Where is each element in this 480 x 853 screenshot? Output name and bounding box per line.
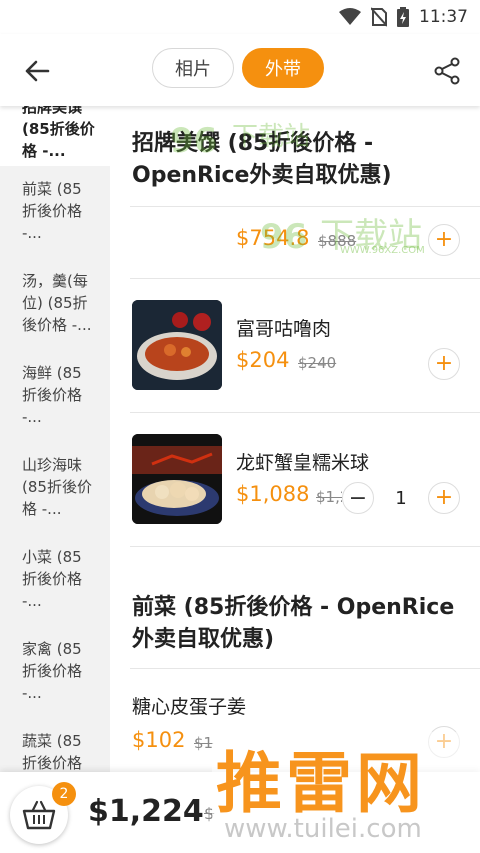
view-toggle: 相片 外带 — [152, 48, 324, 88]
sidebar-item-poultry[interactable]: 家禽 (85折後价格 -... — [0, 626, 110, 718]
sidebar-item-label: 山珍海味 (85折後价格 -... — [22, 456, 92, 518]
no-sim-icon — [371, 7, 387, 27]
quantity-stepper: − 1 + — [342, 482, 460, 514]
status-time: 11:37 — [419, 7, 468, 27]
dish-photo — [132, 300, 222, 390]
dish-name: 糖心皮蛋子姜 — [132, 696, 247, 718]
dish-item[interactable]: $754.8 $888 + — [110, 206, 480, 281]
add-button[interactable]: + — [428, 224, 460, 256]
sidebar-item-label: 小菜 (85折後价格 -... — [22, 548, 83, 610]
sidebar-item-signature[interactable]: 招牌美馔 (85折後价格 -... — [0, 106, 110, 166]
share-icon — [434, 57, 460, 85]
sidebar-item-label: 家禽 (85折後价格 -... — [22, 640, 83, 702]
wifi-icon — [339, 8, 361, 25]
menu-list: 招牌美馔 (85折後价格 - OpenRice外卖自取优惠) $754.8 $8… — [110, 106, 480, 772]
dish-item[interactable]: 糖心皮蛋子姜 $102 $1 + — [110, 668, 480, 772]
sidebar-item-seafood[interactable]: 海鲜 (85折後价格 -... — [0, 350, 110, 442]
divider — [130, 546, 480, 547]
back-button[interactable] — [20, 54, 54, 88]
basket-icon — [22, 800, 56, 830]
sidebar-item-starters[interactable]: 前菜 (85折後价格 -... — [0, 166, 110, 258]
sidebar-item-soup[interactable]: 汤，羹(每位) (85折後价格 -... — [0, 258, 110, 350]
sidebar-item-delicacies[interactable]: 山珍海味 (85折後价格 -... — [0, 442, 110, 534]
section-title: 前菜 (85折後价格 - OpenRice外卖自取优惠) — [132, 595, 455, 652]
sidebar-item-label: 汤，羹(每位) (85折後价格 -... — [22, 272, 92, 334]
back-arrow-icon — [25, 60, 50, 82]
decrement-button[interactable]: − — [342, 482, 374, 514]
dish-original-price: $888 — [318, 232, 357, 250]
section-title: 招牌美馔 (85折後价格 - OpenRice外卖自取优惠) — [132, 131, 392, 188]
dish-original-price: $1 — [194, 734, 214, 752]
quantity-value: 1 — [395, 487, 407, 509]
status-bar: 11:37 — [0, 0, 480, 34]
sidebar-item-label: 海鲜 (85折後价格 -... — [22, 364, 83, 426]
dish-price: $754.8 — [236, 226, 310, 250]
cart-original-total: $ — [204, 804, 215, 823]
dish-item[interactable]: 富哥咕噜肉 $204 $240 + — [110, 278, 480, 412]
category-sidebar: 招牌美馔 (85折後价格 -... 前菜 (85折後价格 -... 汤，羹(每位… — [0, 106, 110, 772]
sidebar-item-vegetables[interactable]: 蔬菜 (85折後价格 -... — [0, 718, 110, 772]
dish-name: 富哥咕噜肉 — [236, 318, 332, 340]
sidebar-item-label: 招牌美馔 (85折後价格 -... — [22, 106, 95, 160]
battery-charging-icon — [397, 7, 409, 27]
share-button[interactable] — [430, 54, 464, 88]
increment-button[interactable]: + — [427, 482, 460, 514]
dish-name: 龙虾蟹皇糯米球 — [236, 452, 370, 474]
cart-total: $1,224 — [88, 794, 204, 829]
dish-price: $1,088 — [236, 482, 310, 506]
sidebar-item-label: 前菜 (85折後价格 -... — [22, 180, 83, 242]
sidebar-item-label: 蔬菜 (85折後价格 -... — [22, 732, 83, 772]
dish-price: $102 — [132, 728, 186, 752]
add-button[interactable]: + — [428, 348, 460, 380]
cart-count-badge: 2 — [52, 782, 76, 806]
top-bar: 相片 外带 — [0, 34, 480, 106]
dish-photo — [132, 434, 222, 524]
add-button[interactable]: + — [428, 726, 460, 758]
sidebar-item-small-dishes[interactable]: 小菜 (85折後价格 -... — [0, 534, 110, 626]
dish-price: $204 — [236, 348, 290, 372]
dish-item[interactable]: 龙虾蟹皇糯米球 $1,088 $1,28 − 1 + — [110, 412, 480, 546]
dish-original-price: $240 — [298, 354, 337, 372]
tab-takeaway[interactable]: 外带 — [242, 48, 324, 88]
tab-photos[interactable]: 相片 — [152, 48, 234, 88]
cart-bar[interactable]: 2 $1,224 $ — [0, 772, 480, 853]
